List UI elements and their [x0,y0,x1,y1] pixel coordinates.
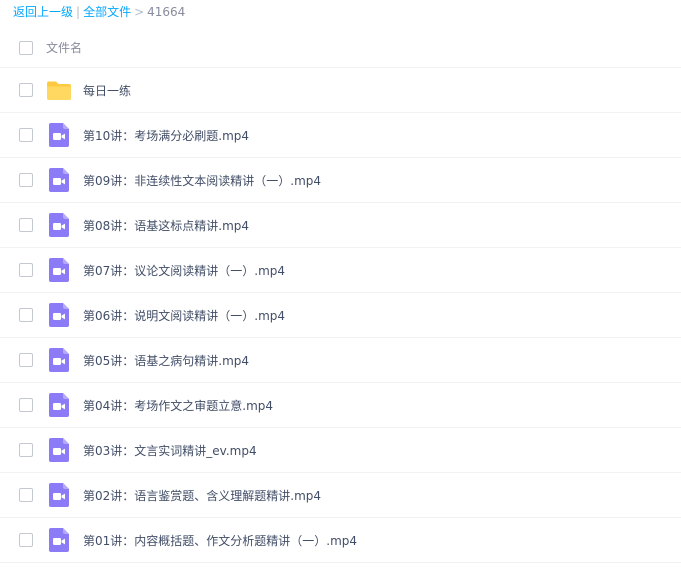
file-row[interactable]: 第08讲：语基这标点精讲.mp4 [0,203,681,248]
video-file-icon[interactable] [46,392,72,418]
file-name[interactable]: 第09讲：非连续性文本阅读精讲（一）.mp4 [83,172,321,189]
file-name[interactable]: 第03讲：文言实词精讲_ev.mp4 [83,442,257,459]
file-row[interactable]: 第09讲：非连续性文本阅读精讲（一）.mp4 [0,158,681,203]
file-row[interactable]: 第03讲：文言实词精讲_ev.mp4 [0,428,681,473]
file-name[interactable]: 第06讲：说明文阅读精讲（一）.mp4 [83,307,285,324]
file-row[interactable]: 第06讲：说明文阅读精讲（一）.mp4 [0,293,681,338]
row-checkbox[interactable] [19,218,33,232]
row-checkbox[interactable] [19,533,33,547]
select-all-checkbox[interactable] [19,40,33,55]
video-file-icon[interactable] [46,302,72,328]
video-file-icon[interactable] [46,257,72,283]
video-file-icon[interactable] [46,167,72,193]
row-checkbox[interactable] [19,308,33,322]
file-name[interactable]: 第08讲：语基这标点精讲.mp4 [83,217,249,234]
file-name[interactable]: 第02讲：语言鉴赏题、含义理解题精讲.mp4 [83,487,321,504]
all-files-link[interactable]: 全部文件 [83,5,131,19]
video-file-icon[interactable] [46,437,72,463]
file-name[interactable]: 第01讲：内容概括题、作文分析题精讲（一）.mp4 [83,532,357,549]
row-checkbox[interactable] [19,128,33,142]
folder-row[interactable]: 每日一练 [0,68,681,113]
video-file-icon[interactable] [46,212,72,238]
breadcrumb: 返回上一级 | 全部文件 >41664 [13,4,185,20]
row-checkbox[interactable] [19,488,33,502]
file-row[interactable]: 第05讲：语基之病句精讲.mp4 [0,338,681,383]
file-name[interactable]: 每日一练 [83,82,131,99]
row-checkbox[interactable] [19,83,33,97]
file-row[interactable]: 第02讲：语言鉴赏题、含义理解题精讲.mp4 [0,473,681,518]
video-file-icon[interactable] [46,482,72,508]
video-file-icon[interactable] [46,527,72,553]
file-name[interactable]: 第07讲：议论文阅读精讲（一）.mp4 [83,262,285,279]
file-rows: 每日一练第10讲：考场满分必刷题.mp4 第09讲：非连续性文本阅读精讲（一）.m… [0,68,681,563]
file-row[interactable]: 第10讲：考场满分必刷题.mp4 [0,113,681,158]
video-file-icon[interactable] [46,347,72,373]
row-checkbox[interactable] [19,173,33,187]
breadcrumb-separator: | [76,5,81,19]
file-row[interactable]: 第07讲：议论文阅读精讲（一）.mp4 [0,248,681,293]
video-file-icon[interactable] [46,122,72,148]
row-checkbox[interactable] [19,398,33,412]
folder-icon[interactable] [46,77,72,103]
row-checkbox[interactable] [19,353,33,367]
file-list-header: 文件名 [0,28,681,68]
row-checkbox[interactable] [19,263,33,277]
file-name[interactable]: 第04讲：考场作文之审题立意.mp4 [83,397,273,414]
file-list: 文件名 每日一练第10讲：考场满分必刷题.mp4 第09讲：非连续性文本阅读精讲（… [0,28,681,563]
current-folder-label: 41664 [147,5,186,19]
column-header-filename[interactable]: 文件名 [46,39,82,56]
row-checkbox[interactable] [19,443,33,457]
file-name[interactable]: 第05讲：语基之病句精讲.mp4 [83,352,249,369]
file-name[interactable]: 第10讲：考场满分必刷题.mp4 [83,127,249,144]
file-row[interactable]: 第01讲：内容概括题、作文分析题精讲（一）.mp4 [0,518,681,563]
back-link[interactable]: 返回上一级 [13,5,73,19]
file-row[interactable]: 第04讲：考场作文之审题立意.mp4 [0,383,681,428]
breadcrumb-chevron: > [134,5,145,19]
